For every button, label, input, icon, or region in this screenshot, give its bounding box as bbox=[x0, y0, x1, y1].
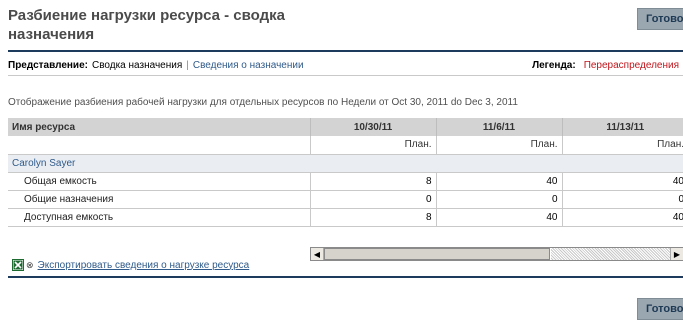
export-bullet: ⊗ bbox=[26, 259, 34, 270]
row-value: 40 bbox=[435, 207, 562, 227]
row-label: Общие назначения bbox=[8, 189, 311, 208]
resource-group-row: Carolyn Sayer bbox=[8, 153, 683, 172]
subheader-empty bbox=[8, 136, 311, 154]
row-value: 0 bbox=[561, 189, 683, 208]
plan-header-1: План. bbox=[309, 136, 436, 154]
export-row: ⊗ Экспортировать сведения о нагрузке рес… bbox=[12, 259, 249, 271]
horizontal-scrollbar[interactable]: ◀ ▶ bbox=[310, 247, 683, 261]
scrollbar-track[interactable] bbox=[551, 248, 670, 260]
table-subheader-row: План. План. План. bbox=[8, 136, 683, 154]
arrow-right-icon[interactable]: ▶ bbox=[670, 248, 683, 260]
workload-table: Имя ресурса 10/30/11 11/6/11 11/13/11 Пл… bbox=[8, 118, 683, 227]
excel-icon[interactable] bbox=[12, 259, 24, 271]
view-separator: | bbox=[186, 59, 189, 71]
row-value: 0 bbox=[435, 189, 562, 208]
header-divider bbox=[8, 50, 683, 52]
plan-header-2: План. bbox=[435, 136, 562, 154]
resource-name-link[interactable]: Carolyn Sayer bbox=[8, 153, 310, 172]
page-title: Разбиение нагрузки ресурса - сводка назн… bbox=[8, 7, 286, 43]
row-value: 40 bbox=[435, 171, 562, 190]
week-header-3: 11/13/11 bbox=[561, 118, 683, 136]
row-value: 40 bbox=[561, 207, 683, 227]
week-header-1: 10/30/11 bbox=[309, 118, 436, 136]
done-button-bottom[interactable]: Готово bbox=[637, 298, 683, 320]
row-value: 0 bbox=[309, 189, 436, 208]
legend-label: Легенда: bbox=[532, 59, 576, 71]
view-bar: Представление: Сводка назначения | Сведе… bbox=[8, 55, 683, 76]
alt-view-link[interactable]: Сведения о назначении bbox=[193, 60, 304, 71]
table-row: Доступная емкость 8 40 40 bbox=[8, 207, 683, 227]
plan-header-3: План. bbox=[561, 136, 683, 154]
workload-description: Отображение разбиения рабочей нагрузки д… bbox=[8, 97, 518, 108]
row-label: Доступная емкость bbox=[8, 207, 311, 227]
resource-column-header: Имя ресурса bbox=[8, 118, 310, 136]
legend-value: Перераспределения bbox=[583, 59, 679, 71]
row-value: 8 bbox=[309, 207, 436, 227]
week-header-2: 11/6/11 bbox=[435, 118, 562, 136]
view-label: Представление: bbox=[8, 59, 88, 71]
done-button-top[interactable]: Готово bbox=[637, 8, 683, 30]
row-value: 40 bbox=[561, 171, 683, 190]
export-workload-link[interactable]: Экспортировать сведения о нагрузке ресур… bbox=[38, 260, 250, 271]
table-row: Общая емкость 8 40 40 bbox=[8, 171, 683, 190]
scrollbar-thumb[interactable] bbox=[324, 248, 550, 260]
row-label: Общая емкость bbox=[8, 171, 311, 190]
arrow-left-icon[interactable]: ◀ bbox=[311, 248, 324, 260]
current-view: Сводка назначения bbox=[91, 59, 183, 71]
legend: Легенда: Перераспределения bbox=[532, 55, 679, 75]
table-row: Общие назначения 0 0 0 bbox=[8, 189, 683, 208]
row-value: 8 bbox=[309, 171, 436, 190]
table-header-row: Имя ресурса 10/30/11 11/6/11 11/13/11 bbox=[8, 118, 683, 136]
footer-divider bbox=[8, 276, 683, 278]
